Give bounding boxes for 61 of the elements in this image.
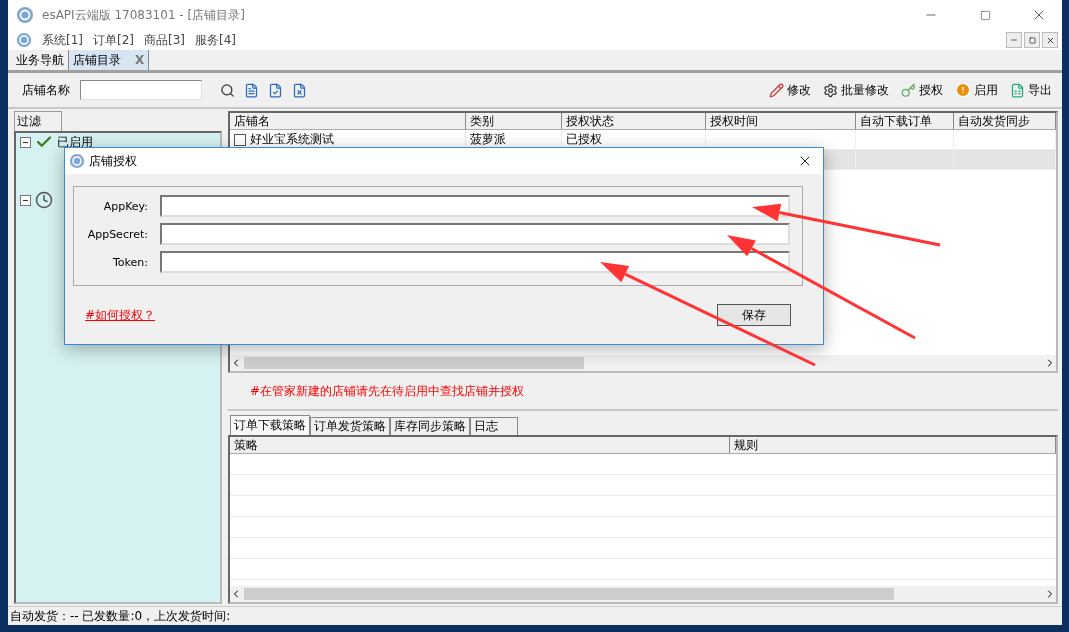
menu-item[interactable]: 商品[3] [144, 31, 185, 49]
column-header[interactable]: 授权时间 [706, 113, 856, 129]
horizontal-scrollbar[interactable] [230, 355, 1056, 371]
table-cell-text: 已授权 [566, 131, 602, 148]
restore-icon [1028, 36, 1036, 44]
horizontal-scrollbar[interactable] [230, 586, 1056, 602]
window-title: esAPI云端版 17083101 - [店铺目录] [42, 6, 246, 24]
toolbar-button[interactable]: 批量修改 [823, 81, 889, 99]
column-header[interactable]: 授权状态 [562, 113, 706, 129]
field-label: 店铺名称 [22, 81, 70, 99]
spreadsheet-icon [1010, 82, 1025, 98]
close-icon [1045, 35, 1055, 45]
strategy-tab[interactable]: 订单下载策略 [230, 415, 310, 435]
clock-icon [35, 191, 53, 209]
column-header[interactable]: 规则 [730, 437, 1056, 453]
expander-icon[interactable] [20, 136, 31, 148]
document-tab[interactable]: 店铺目录 X [69, 50, 150, 70]
minimize-button[interactable] [1006, 32, 1022, 48]
field-label: AppSecret: [86, 227, 148, 241]
filter-tab[interactable]: 过滤 [14, 111, 62, 131]
search-icon[interactable] [218, 81, 236, 99]
toolbar-button[interactable]: 修改 [769, 81, 811, 99]
close-button[interactable] [1042, 32, 1058, 48]
maximize-icon [979, 9, 991, 21]
help-link[interactable]: #如何授权？ [85, 306, 156, 324]
input-field[interactable] [160, 251, 790, 273]
column-header[interactable]: 类别 [466, 113, 562, 129]
table-cell-text: 好业宝系统测试 [250, 131, 334, 148]
pencil-icon [769, 82, 784, 98]
input-field[interactable] [160, 223, 790, 245]
checkbox[interactable] [234, 133, 246, 146]
menu-item[interactable]: 订单[2] [93, 31, 134, 49]
warning-icon [955, 82, 971, 98]
column-header[interactable]: 店铺名 [230, 113, 466, 129]
key-icon [901, 82, 916, 98]
menu-item[interactable]: 系统[1] [42, 31, 83, 49]
column-header[interactable]: 自动发货同步 [954, 113, 1056, 129]
dialog-title: 店铺授权 [89, 152, 137, 170]
strategy-tab[interactable]: 订单发货策略 [310, 417, 390, 435]
expander-icon[interactable] [20, 194, 31, 206]
field-label: AppKey: [102, 199, 148, 213]
tree-item[interactable]: 已启用 [57, 133, 93, 151]
strategy-tab[interactable]: 库存同步策略 [390, 417, 470, 435]
app-logo-icon [16, 6, 34, 24]
column-header[interactable]: 策略 [230, 437, 730, 453]
gear-icon [823, 82, 838, 98]
save-button[interactable]: 保存 [717, 304, 791, 326]
column-header[interactable]: 自动下载订单 [856, 113, 954, 129]
toolbar-button[interactable]: 授权 [901, 81, 943, 99]
table-cell-text: 菠萝派 [470, 131, 506, 148]
status-text: 自动发货：-- 已发数量:0，上次发货时间: [8, 606, 1062, 625]
input-field[interactable] [160, 195, 790, 217]
menu-item[interactable]: 服务[4] [195, 31, 236, 49]
toolbar-button[interactable]: 启用 [955, 81, 998, 99]
app-logo-icon [69, 153, 85, 169]
strategy-tab[interactable]: 日志 [470, 417, 518, 435]
toolbar-button[interactable]: 导出 [1010, 81, 1052, 99]
minimize-icon [1010, 36, 1018, 44]
notice-text: #在管家新建的店铺请先在待启用中查找店铺并授权 [228, 373, 1058, 411]
shop-name-input[interactable] [80, 80, 202, 100]
field-label: Token: [112, 255, 148, 269]
